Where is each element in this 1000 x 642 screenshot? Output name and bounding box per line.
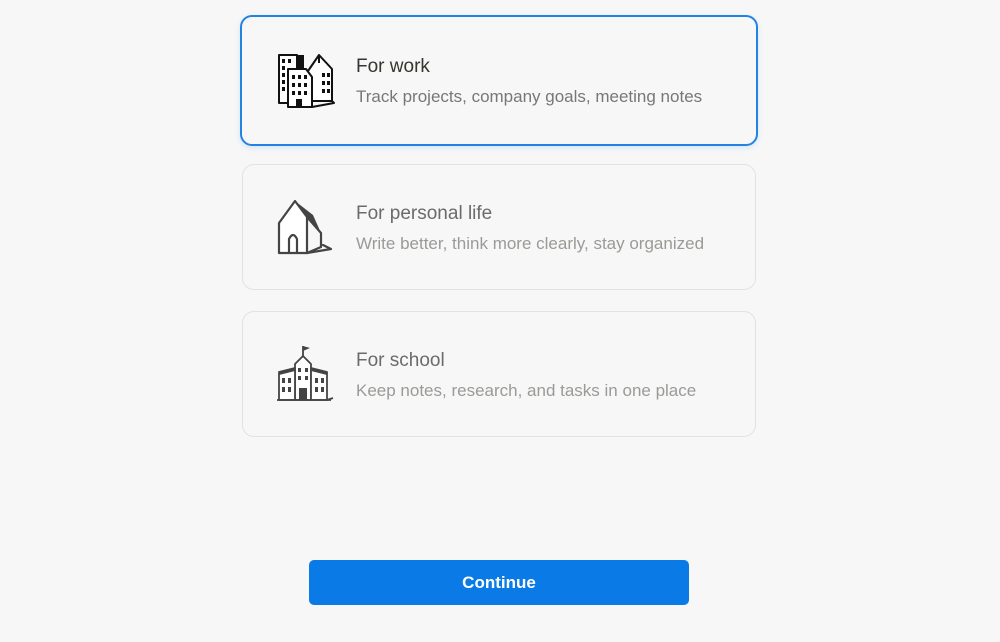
continue-button[interactable]: Continue [309,560,689,605]
office-buildings-icon [274,49,338,113]
option-description: Write better, think more clearly, stay o… [356,234,705,253]
house-icon [273,195,337,259]
option-description: Track projects, company goals, meeting n… [356,87,703,106]
option-title: For personal life [356,203,493,224]
school-building-icon [273,342,337,406]
option-card-school[interactable]: For school Keep notes, research, and tas… [242,311,756,437]
option-description: Keep notes, research, and tasks in one p… [356,381,697,400]
option-card-work[interactable]: For work Track projects, company goals, … [240,15,758,146]
option-title: For school [356,350,445,371]
option-card-personal-life[interactable]: For personal life Write better, think mo… [242,164,756,290]
use-case-selection-page: For work Track projects, company goals, … [0,0,1000,642]
option-title: For work [356,56,430,77]
